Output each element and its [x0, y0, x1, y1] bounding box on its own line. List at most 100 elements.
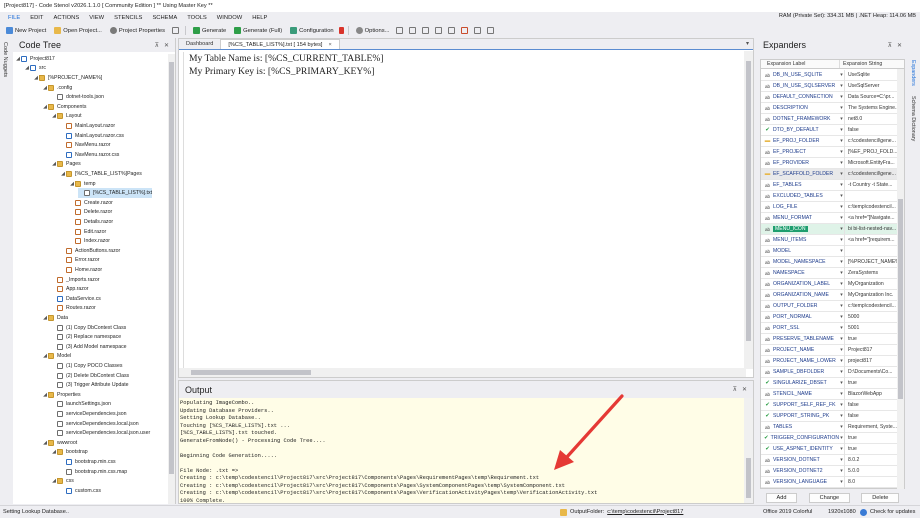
tree-node[interactable]: ◢ src	[24, 64, 46, 74]
tab-dropdown-icon[interactable]: ▾	[746, 40, 749, 47]
expander-row[interactable]: ab NAMESPACE ▾ ZeraSystems	[761, 267, 898, 279]
download-icon[interactable]	[435, 27, 443, 34]
tree-node[interactable]: ActionButtons.razor	[60, 246, 120, 256]
close-icon[interactable]: ✕	[897, 42, 902, 49]
list-icon[interactable]	[422, 27, 430, 34]
menu-help[interactable]: HELP	[247, 15, 272, 21]
code-editor[interactable]: My Table Name is: [%CS_CURRENT_TABLE%] M…	[183, 52, 743, 368]
tree-node[interactable]: ◢ Components	[42, 102, 86, 112]
tab-dashboard[interactable]: Dashboard	[179, 39, 220, 49]
menu-tools[interactable]: TOOLS	[182, 15, 212, 21]
scrollbar-thumb[interactable]	[169, 62, 174, 474]
expanders-scrollbar[interactable]	[897, 69, 904, 489]
expander-row[interactable]: ab TABLES ▾ Requirement, Syste...	[761, 421, 898, 433]
code-nuggets-tab[interactable]: Code Nuggets	[2, 42, 8, 77]
editor-horizontal-scrollbar[interactable]	[179, 368, 746, 377]
tree-node[interactable]: ◢ [%PROJECT_NAME%]	[33, 73, 102, 83]
expander-row[interactable]: ab EF_PROJECT ▾ [%EF_PROJ_FOLD...	[761, 146, 898, 158]
configuration-button[interactable]: Configuration	[287, 25, 336, 36]
tree-node[interactable]: launchSettings.json	[51, 400, 111, 410]
expander-row[interactable]: ✔ DTO_BY_DEFAULT ▾ false	[761, 124, 898, 136]
pin-icon[interactable]: ⊼	[888, 42, 892, 49]
menu-file[interactable]: FILE	[3, 15, 25, 21]
tree-node[interactable]: bootstrap.min.css	[60, 457, 116, 467]
scrollbar-thumb[interactable]	[746, 458, 751, 498]
tree-node[interactable]: dotnet-tools.json	[51, 92, 104, 102]
tree-node[interactable]: (2) Delete DbContext Class	[51, 371, 129, 381]
expander-row[interactable]: ab EF_TABLES ▾ -t Country -t State...	[761, 179, 898, 191]
menu-window[interactable]: WINDOW	[212, 15, 247, 21]
close-tab-icon[interactable]: ×	[328, 42, 331, 48]
menu-stencils[interactable]: STENCILS	[109, 15, 147, 21]
expander-row[interactable]: ab EF_PROVIDER ▾ Microsoft.EntityFra...	[761, 157, 898, 169]
theme-name[interactable]: Office 2019 Colorful	[763, 509, 812, 515]
expander-row[interactable]: ab SAMPLE_DBFOLDER ▾ D:\Documents\Co...	[761, 366, 898, 378]
expander-row[interactable]: ab PROJECT_NAME ▾ Project817	[761, 344, 898, 356]
menu-actions[interactable]: ACTIONS	[48, 15, 84, 21]
expander-row[interactable]: ab MENU_FORMAT ▾ <a href="[Navigate...	[761, 212, 898, 224]
tree-node[interactable]: Home.razor	[60, 265, 102, 275]
close-icon[interactable]: ✕	[164, 42, 169, 49]
close-icon[interactable]: ✕	[742, 386, 747, 393]
generate-button[interactable]: Generate	[190, 25, 229, 36]
bookmark-icon[interactable]	[338, 27, 344, 34]
tree-node[interactable]: Details.razor	[69, 217, 113, 227]
layout-icon[interactable]	[396, 27, 404, 34]
code-tree-scrollbar[interactable]	[168, 54, 175, 504]
expander-row[interactable]: ab PORT_SSL ▾ 5001	[761, 322, 898, 334]
tree-node[interactable]: _Imports.razor	[51, 275, 99, 285]
tree-node[interactable]: NavMenu.razor.css	[60, 150, 119, 160]
tree-node[interactable]: ◢ Pages	[51, 160, 81, 170]
print-icon[interactable]	[448, 27, 456, 34]
tree-node[interactable]: NavMenu.razor	[60, 140, 110, 150]
save-icon[interactable]	[172, 27, 179, 34]
expander-row[interactable]: ab VERSION_LANGUAGE ▾ 8.0	[761, 476, 898, 488]
editor-vertical-scrollbar[interactable]	[744, 51, 753, 369]
expander-row[interactable]: ab DB_IN_USE_SQLITE ▾ UseSqlite	[761, 69, 898, 81]
tree-node[interactable]: ◢ wwwroot	[42, 438, 77, 448]
expander-row[interactable]: ab EXCLUDED_TABLES ▾	[761, 190, 898, 202]
tree-node[interactable]: (1) Copy POCO Classes	[51, 361, 123, 371]
tree-node[interactable]: DataService.cs	[51, 294, 101, 304]
expander-row[interactable]: ab PROJECT_NAME_LOWER ▾ project817	[761, 355, 898, 367]
tree-node[interactable]: Create.razor	[69, 198, 113, 208]
column-expansion-string[interactable]: Expansion String	[839, 60, 893, 68]
tree-node[interactable]: Routes.razor	[51, 304, 96, 314]
tree-node[interactable]: [%CS_TABLE_LIST%].txt	[78, 188, 153, 198]
generate-full-button[interactable]: Generate (Full)	[231, 25, 285, 36]
expander-row[interactable]: ab DESCRIPTION ▾ The Systems Engine...	[761, 102, 898, 114]
tree-node[interactable]: ◢ Layout	[51, 112, 82, 122]
tree-node[interactable]: ◢ [%CS_TABLE_LIST%]Pages	[60, 169, 142, 179]
scrollbar-thumb[interactable]	[898, 199, 903, 399]
expander-row[interactable]: ab STENCIL_NAME ▾ BlazorWebApp	[761, 388, 898, 400]
change-button[interactable]: Change	[808, 493, 851, 503]
add-button[interactable]: Add	[765, 493, 798, 503]
scrollbar-thumb[interactable]	[746, 61, 751, 341]
output-scrollbar[interactable]	[744, 398, 753, 503]
tree-node[interactable]: (3) Add Model namespace	[51, 342, 127, 352]
tree-node[interactable]: ◢ css	[51, 476, 74, 486]
tree-node[interactable]: Index.razor	[69, 236, 110, 246]
tree-node[interactable]: MainLayout.razor	[60, 121, 115, 131]
delete-button[interactable]: Delete	[861, 493, 900, 503]
tree-node[interactable]: ◢ Properties	[42, 390, 81, 400]
options-button[interactable]: Options...	[353, 25, 393, 36]
pin-icon[interactable]: ⊼	[733, 386, 737, 393]
tree-node[interactable]: ◢ Data	[42, 313, 68, 323]
tree-node[interactable]: ◢ bootstrap	[51, 448, 88, 458]
save-all-icon[interactable]	[474, 27, 482, 34]
expander-row[interactable]: ab MENU_ITEMS ▾ <a href="[requirem...	[761, 234, 898, 246]
tree-node[interactable]: MainLayout.razor.css	[60, 131, 124, 141]
project-properties-button[interactable]: Project Properties	[107, 25, 168, 36]
menu-view[interactable]: VIEW	[84, 15, 109, 21]
check-for-updates-link[interactable]: Check for updates	[870, 509, 915, 516]
expander-row[interactable]: ab OUTPUT_FOLDER ▾ c:\temp\codestencil...	[761, 300, 898, 312]
menu-schema[interactable]: SCHEMA	[147, 15, 182, 21]
expander-row[interactable]: ab DOTNET_FRAMEWORK ▾ net8.0	[761, 113, 898, 125]
schema-dictionary-side-tab[interactable]: Schema Dictionary	[910, 96, 916, 141]
tree-node[interactable]: (3) Trigger Attribute Update	[51, 380, 129, 390]
open-project-button[interactable]: Open Project...	[51, 25, 105, 36]
code-tree[interactable]: ◢ Project817 ◢ src ◢ [%PROJECT_NAME%] ◢ .config…	[13, 54, 168, 504]
tree-node[interactable]: Delete.razor	[69, 208, 112, 218]
tree-node[interactable]: ◢ .config	[42, 83, 72, 93]
